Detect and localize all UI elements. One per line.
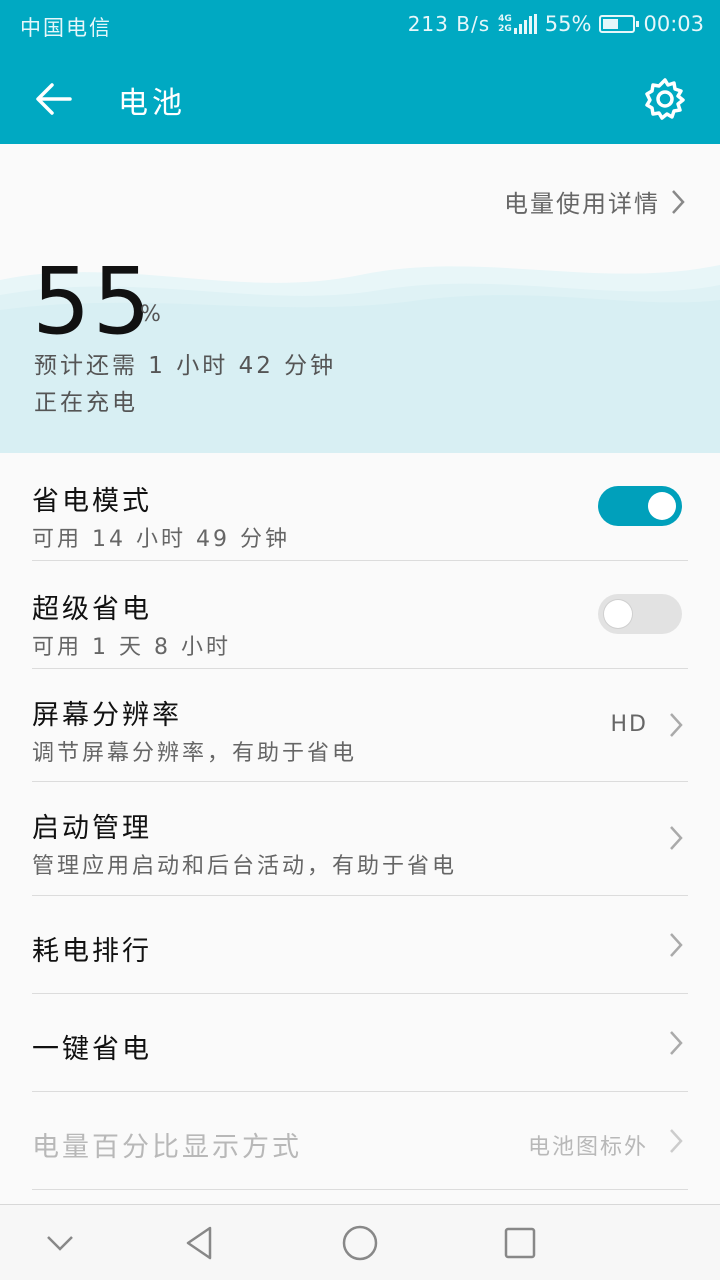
screen-resolution-row[interactable]: 屏幕分辨率 调节屏幕分辨率，有助于省电 HD — [32, 669, 688, 782]
power-consumption-ranking-row[interactable]: 耗电排行 — [32, 896, 688, 994]
battery-percent: 55% — [544, 12, 592, 36]
row-subtitle: 管理应用启动和后台活动，有助于省电 — [32, 854, 458, 879]
row-title: 省电模式 — [32, 486, 152, 517]
clock: 00:03 — [643, 12, 704, 36]
back-triangle-icon[interactable] — [180, 1223, 220, 1263]
home-circle-icon[interactable] — [340, 1223, 380, 1263]
network-tag-4g: 4G — [498, 14, 512, 24]
row-title: 屏幕分辨率 — [32, 700, 182, 731]
battery-percentage-display-row: 电量百分比显示方式 电池图标外 — [32, 1092, 688, 1190]
row-subtitle: 可用 1 天 8 小时 — [32, 635, 231, 660]
remaining-time: 预计还需 1 小时 42 分钟 — [34, 353, 337, 379]
battery-usage-details-link[interactable]: 电量使用详情 — [504, 184, 686, 219]
carrier-label: 中国电信 — [20, 16, 112, 40]
battery-icon — [599, 15, 640, 33]
status-right: 213 B/s 4G 2G 55% 00:03 — [408, 12, 704, 36]
chevron-right-icon — [670, 1031, 683, 1055]
page-title: 电池 — [118, 86, 186, 121]
chevron-down-icon[interactable] — [40, 1223, 80, 1263]
row-title: 一键省电 — [32, 1034, 152, 1065]
status-bar: 中国电信 213 B/s 4G 2G 55% 00:03 — [0, 0, 720, 52]
ultra-power-saving-row[interactable]: 超级省电 可用 1 天 8 小时 — [32, 561, 688, 669]
startup-management-row[interactable]: 启动管理 管理应用启动和后台活动，有助于省电 — [32, 782, 688, 896]
network-tag-2g: 2G — [498, 24, 512, 34]
row-subtitle: 调节屏幕分辨率，有助于省电 — [32, 741, 358, 766]
chevron-right-icon — [670, 933, 683, 957]
arrow-left-icon[interactable] — [30, 74, 80, 124]
power-saving-toggle[interactable] — [598, 486, 682, 526]
recents-square-icon[interactable] — [500, 1223, 540, 1263]
net-speed: 213 B/s — [407, 12, 491, 36]
chevron-right-icon — [670, 1129, 683, 1153]
display-mode-value: 电池图标外 — [527, 1135, 648, 1160]
chevron-right-icon — [672, 189, 685, 214]
charging-status: 正在充电 — [34, 390, 138, 416]
row-title: 耗电排行 — [32, 936, 152, 967]
app-bar: 电池 — [0, 52, 720, 144]
chevron-right-icon — [670, 826, 683, 850]
ultra-power-saving-toggle[interactable] — [598, 594, 682, 634]
power-saving-mode-row[interactable]: 省电模式 可用 14 小时 49 分钟 — [32, 453, 688, 561]
details-link-label: 电量使用详情 — [504, 190, 660, 218]
resolution-value: HD — [610, 712, 648, 737]
row-title: 超级省电 — [32, 594, 152, 625]
battery-percentage-unit: % — [140, 302, 161, 327]
chevron-right-icon — [670, 713, 683, 737]
signal-icon: 4G 2G — [498, 14, 537, 34]
navigation-bar — [0, 1204, 720, 1280]
row-title: 启动管理 — [32, 813, 152, 844]
battery-percentage-value: 55 — [32, 248, 154, 355]
row-subtitle: 可用 14 小时 49 分钟 — [32, 527, 290, 552]
row-title: 电量百分比显示方式 — [32, 1132, 302, 1163]
one-tap-power-saving-row[interactable]: 一键省电 — [32, 994, 688, 1092]
gear-icon[interactable] — [640, 74, 690, 124]
